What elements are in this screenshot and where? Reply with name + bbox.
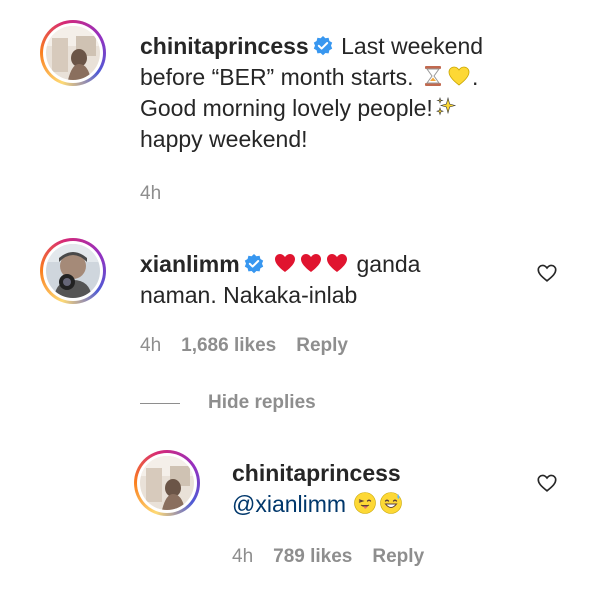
avatar-gap	[137, 453, 197, 513]
avatar-photo	[46, 244, 100, 298]
caption-text-2: before “BER” month starts.	[140, 64, 414, 90]
mention-link[interactable]: @xianlimm	[232, 491, 346, 517]
avatar-gap	[43, 241, 103, 301]
avatar-gap	[43, 23, 103, 83]
avatar-xianlimm[interactable]	[40, 238, 106, 304]
reply-timestamp[interactable]: 4h	[232, 546, 253, 568]
caption-meta: 4h	[140, 183, 161, 205]
winking-tongue-face-icon	[354, 492, 377, 514]
verified-badge-icon	[313, 36, 332, 56]
comment-meta: 4h 1,686 likes Reply	[140, 335, 348, 357]
caption-text-1: Last weekend	[341, 33, 484, 59]
verified-badge-icon	[244, 254, 263, 274]
red-heart-icon	[275, 254, 296, 272]
caption-period: .	[471, 64, 479, 90]
reply-line-1: chinitaprincess	[232, 458, 522, 489]
avatar-photo	[140, 456, 194, 510]
caption-line-1: chinitaprincess Last weekend	[140, 31, 560, 62]
reply-line-2: @xianlimm	[232, 489, 522, 520]
like-reply-heart-icon[interactable]	[536, 472, 558, 494]
comment-likes-count[interactable]: 1,686 likes	[181, 335, 276, 357]
hide-replies-button[interactable]: Hide replies	[140, 392, 316, 414]
avatar-chinitaprincess[interactable]	[40, 20, 106, 86]
reply-reply-button[interactable]: Reply	[372, 546, 424, 568]
red-heart-icon	[327, 254, 348, 272]
caption-text-3: Good morning lovely people!	[140, 95, 433, 121]
hourglass-icon	[424, 66, 441, 86]
caption-line-4: happy weekend!	[140, 124, 560, 155]
like-comment-heart-icon[interactable]	[536, 262, 558, 284]
avatar-photo	[46, 26, 100, 80]
reply-likes-count[interactable]: 789 likes	[273, 546, 352, 568]
comment-text-1: ganda	[356, 251, 421, 277]
comment-body: xianlimm ganda naman. Nakaka-inlab	[140, 249, 520, 311]
username-chinitaprincess[interactable]: chinitaprincess	[232, 460, 401, 486]
hide-replies-label: Hide replies	[208, 392, 316, 413]
username-xianlimm[interactable]: xianlimm	[140, 251, 240, 277]
caption-timestamp[interactable]: 4h	[140, 183, 161, 205]
grinning-sweat-face-icon	[380, 492, 403, 514]
sparkles-icon	[435, 96, 456, 116]
reply-body: chinitaprincess @xianlimm	[232, 458, 522, 520]
comment-text-2: naman. Nakaka-inlab	[140, 282, 358, 308]
comment-reply-button[interactable]: Reply	[296, 335, 348, 357]
post-caption: chinitaprincess Last weekend before “BER…	[140, 31, 560, 155]
username-chinitaprincess[interactable]: chinitaprincess	[140, 33, 309, 59]
comment-timestamp[interactable]: 4h	[140, 335, 161, 357]
reply-meta: 4h 789 likes Reply	[232, 546, 424, 568]
comment-line-2: naman. Nakaka-inlab	[140, 280, 520, 311]
avatar-chinitaprincess-reply[interactable]	[134, 450, 200, 516]
hide-replies-divider	[140, 402, 180, 404]
yellow-heart-icon	[448, 66, 470, 86]
caption-text-4: happy weekend!	[140, 126, 308, 152]
caption-line-2: before “BER” month starts. .	[140, 62, 560, 93]
comment-line-1: xianlimm ganda	[140, 249, 520, 280]
red-heart-icon	[301, 254, 322, 272]
caption-line-3: Good morning lovely people!	[140, 93, 560, 124]
